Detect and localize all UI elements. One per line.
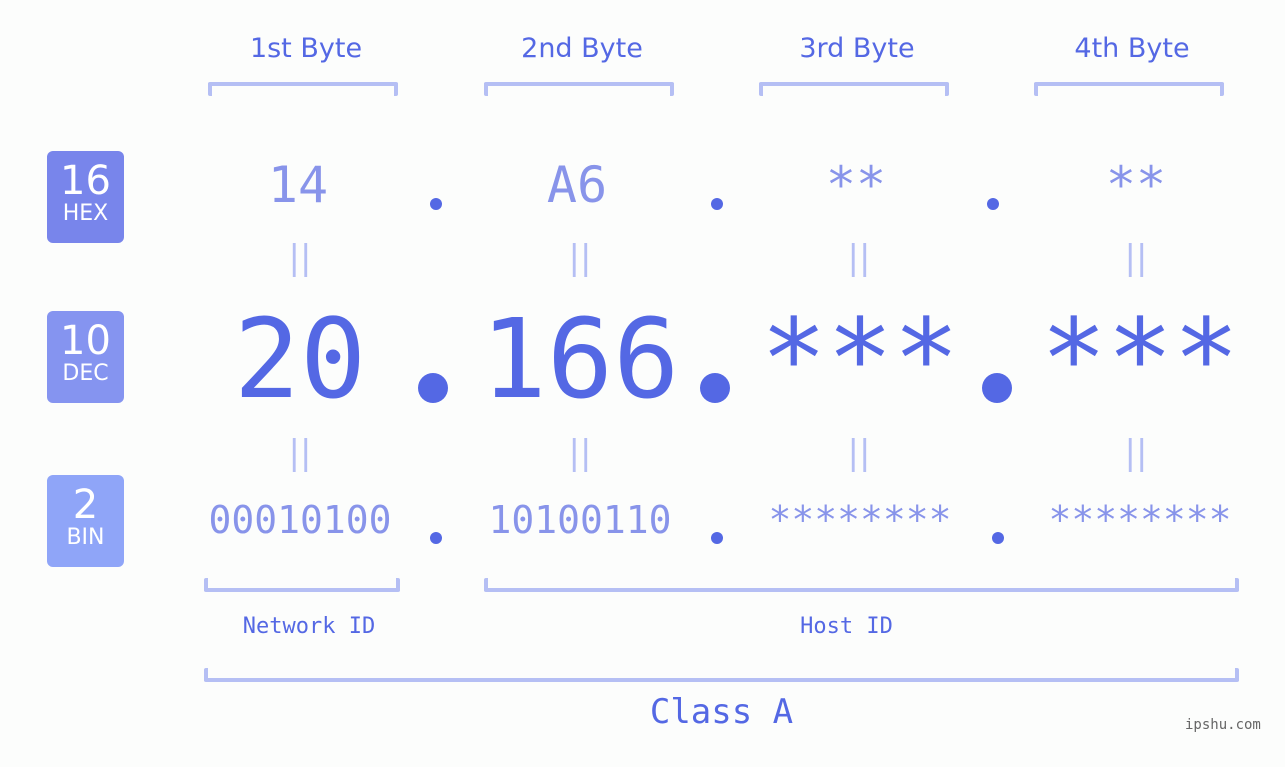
watermark: ipshu.com [1185,717,1261,733]
dec-byte-4: *** [1040,295,1240,423]
equals-icon: || [1124,433,1148,473]
host-bracket [484,578,1239,592]
bin-byte-4: ******** [1048,498,1232,542]
hex-dot-2 [711,198,723,210]
dec-byte-2: 166 [480,295,680,423]
dec-base: 10 [60,318,111,364]
dec-byte-1: 20 [233,295,367,423]
hex-label: HEX [62,201,109,226]
bin-byte-1: 00010100 [208,498,392,542]
header-byte-1: 1st Byte [249,33,363,64]
bracket-byte-1 [208,82,398,96]
equals-icon: || [847,433,871,473]
equals-icon: || [288,238,312,278]
dec-dot-2 [700,373,730,403]
header-byte-2: 2nd Byte [521,33,643,64]
dec-dot-3 [982,373,1012,403]
bin-byte-3: ******** [768,498,952,542]
network-id-label: Network ID [242,614,376,639]
dec-byte-3: *** [760,295,960,423]
dec-badge: 10 DEC [47,311,124,403]
host-id-label: Host ID [800,614,893,639]
hex-byte-4: ** [1105,156,1167,214]
hex-dot-3 [987,198,999,210]
class-label: Class A [649,692,794,732]
hex-dot-1 [430,198,442,210]
equals-icon: || [1124,238,1148,278]
equals-icon: || [568,238,592,278]
bin-dot-3 [992,532,1004,544]
bin-base: 2 [72,482,99,528]
hex-base: 16 [60,158,111,204]
dec-label: DEC [62,361,109,386]
hex-byte-2: A6 [546,156,608,214]
header-byte-3: 3rd Byte [799,33,915,64]
equals-icon: || [288,433,312,473]
bin-badge: 2 BIN [47,475,124,567]
bracket-byte-4 [1034,82,1224,96]
equals-icon: || [847,238,871,278]
bracket-byte-3 [759,82,949,96]
bin-dot-2 [711,532,723,544]
hex-byte-1: 14 [267,156,329,214]
bracket-byte-2 [484,82,674,96]
class-bracket [204,668,1239,682]
bin-label: BIN [66,525,105,550]
bin-byte-2: 10100110 [488,498,672,542]
network-bracket [204,578,400,592]
header-byte-4: 4th Byte [1074,33,1190,64]
hex-badge: 16 HEX [47,151,124,243]
dec-dot-1 [418,373,448,403]
bin-dot-1 [430,532,442,544]
hex-byte-3: ** [825,156,887,214]
equals-icon: || [568,433,592,473]
